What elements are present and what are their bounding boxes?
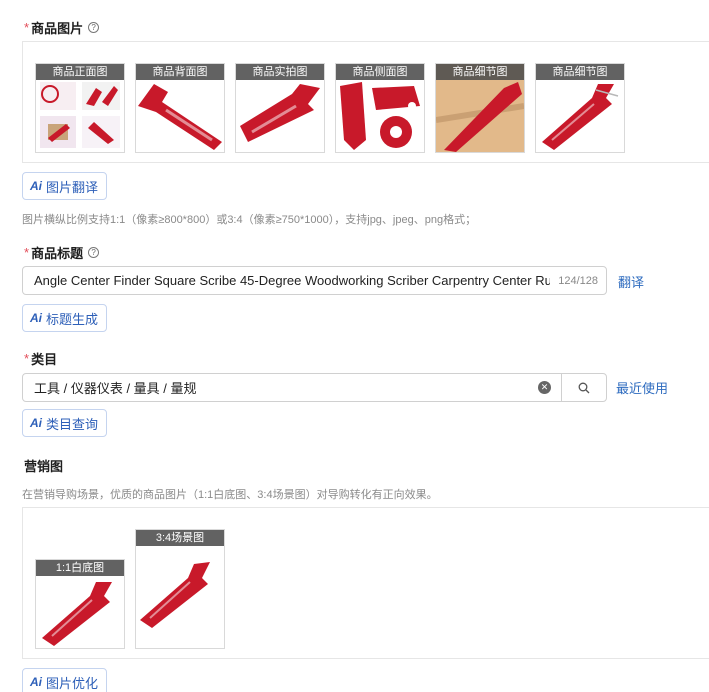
product-image [42,582,112,646]
help-icon[interactable]: ? [88,22,100,33]
translate-link[interactable]: 翻译 [618,272,644,291]
product-thumb-back[interactable]: 商品背面图 [135,63,225,153]
product-thumb-real[interactable]: 商品实拍图 [235,63,325,153]
marketing-thumb-scene[interactable]: 3:4场景图 [135,529,225,649]
product-images-panel: 商品正面图 商品背面图 商品实拍图 商品侧面图 商品细节图 商品细节图 [22,41,709,163]
clear-icon[interactable]: ✕ [538,381,551,394]
product-thumb-side[interactable]: 商品侧面图 [335,63,425,153]
title-generate-button[interactable]: Ai 标题生成 [22,304,108,332]
category-input[interactable]: 工具 / 仪器仪表 / 量具 / 量规 ✕ [22,373,607,402]
image-translate-button[interactable]: Ai 图片翻译 [22,172,108,200]
product-thumb-detail-2[interactable]: 商品细节图 [535,63,625,153]
image-format-hint: 图片横纵比例支持1:1（像素≥800*800）或3:4（像素≥750*1000）… [22,214,477,226]
help-icon[interactable]: ? [88,247,100,258]
product-thumb-front[interactable]: 商品正面图 [35,63,125,153]
ai-icon: Ai [30,675,42,689]
category-label: * 类目 [24,351,58,367]
search-button[interactable] [561,374,606,401]
product-image [340,82,420,150]
product-image [436,80,524,152]
search-icon [578,382,590,393]
ai-icon: Ai [30,179,42,193]
product-image [542,84,619,150]
image-optimize-button[interactable]: Ai 图片优化 [22,668,108,692]
product-image [240,84,320,142]
char-counter: 124/128 [558,274,598,287]
images-label: * 商品图片 ? [24,18,100,37]
marketing-hint: 在营销导购场景，优质的商品图片（1:1白底图、3:4场景图）对导购转化有正向效果… [22,489,438,501]
product-image [40,82,120,148]
title-input[interactable]: Angle Center Finder Square Scribe 45-Deg… [22,266,607,295]
ai-icon: Ai [30,416,42,430]
marketing-images-panel: 1:1白底图 3:4场景图 [22,507,709,659]
ai-icon: Ai [30,311,42,325]
product-thumb-detail[interactable]: 商品细节图 [435,63,525,153]
product-image [138,84,222,150]
product-image [140,562,210,628]
category-query-button[interactable]: Ai 类目查询 [22,409,108,437]
marketing-thumb-white[interactable]: 1:1白底图 [35,559,125,649]
marketing-label: 营销图 [24,459,64,474]
recent-used-link[interactable]: 最近使用 [616,378,668,397]
title-label: * 商品标题 ? [24,243,100,262]
